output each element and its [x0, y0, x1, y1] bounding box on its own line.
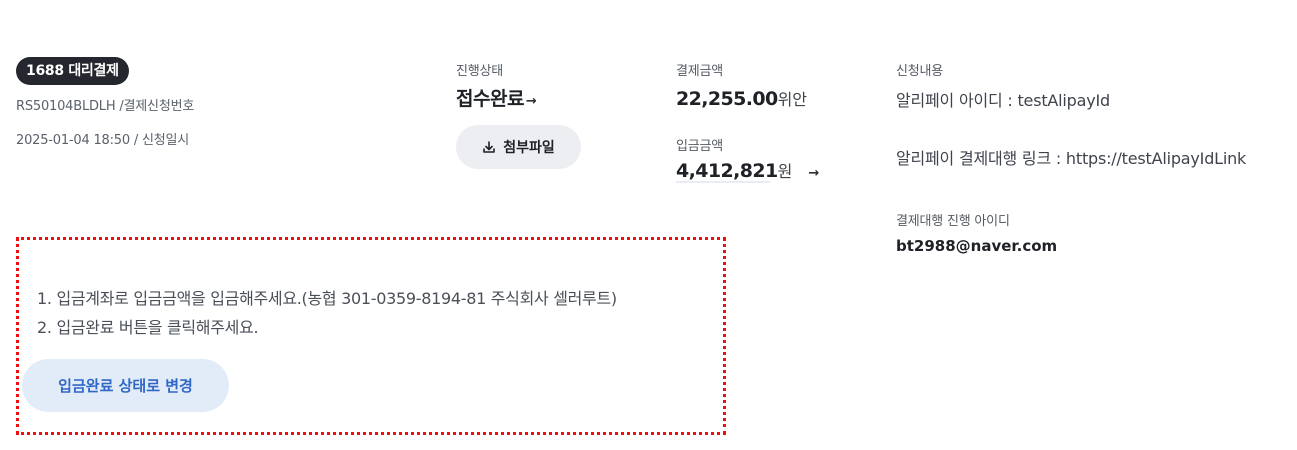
arrow-right-icon[interactable]: →	[808, 166, 819, 181]
deposit-amount: 4,412,821원 →	[676, 158, 819, 182]
status-label: 진행상태	[456, 64, 504, 79]
download-icon	[482, 140, 496, 154]
instruction-step-2: 2. 입금완료 버튼을 클릭해주세요.	[37, 318, 259, 337]
alipay-link: 알리페이 결제대행 링크 : https://testAlipayIdLink	[896, 149, 1247, 168]
details-label: 신청내용	[896, 64, 944, 79]
payment-amount-label: 결제금액	[676, 64, 724, 79]
deposit-amount-label: 입금금액	[676, 139, 724, 154]
service-badge: 1688 대리결제	[16, 57, 129, 85]
request-date: 2025-01-04 18:50 / 신청일시	[16, 133, 190, 148]
status-text: 접수완료	[456, 88, 524, 110]
instruction-step-1: 1. 입금계좌로 입금금액을 입금해주세요.(농협 301-0359-8194-…	[37, 289, 617, 308]
status-value: 접수완료 →	[456, 84, 537, 111]
deposit-amount-value: 4,412,821	[676, 160, 778, 182]
deposit-complete-button[interactable]: 입금완료 상태로 변경	[22, 359, 229, 412]
request-number: RS50104BLDLH /결제신청번호	[16, 99, 195, 114]
payment-amount-value: 22,255.00	[676, 88, 778, 110]
arrow-right-icon[interactable]: →	[526, 94, 537, 109]
attach-file-button[interactable]: 첨부파일	[456, 125, 581, 169]
payment-amount: 22,255.00위안	[676, 86, 807, 110]
alipay-id: 알리페이 아이디 : testAlipayId	[896, 91, 1110, 110]
payment-amount-unit: 위안	[777, 90, 808, 109]
agent-id-label: 결제대행 진행 아이디	[896, 214, 1010, 229]
agent-id: bt2988@naver.com	[896, 237, 1058, 255]
attach-file-label: 첨부파일	[503, 140, 555, 156]
deposit-amount-unit: 원	[777, 162, 793, 181]
deposit-instructions-box: 1. 입금계좌로 입금금액을 입금해주세요.(농협 301-0359-8194-…	[16, 237, 726, 435]
